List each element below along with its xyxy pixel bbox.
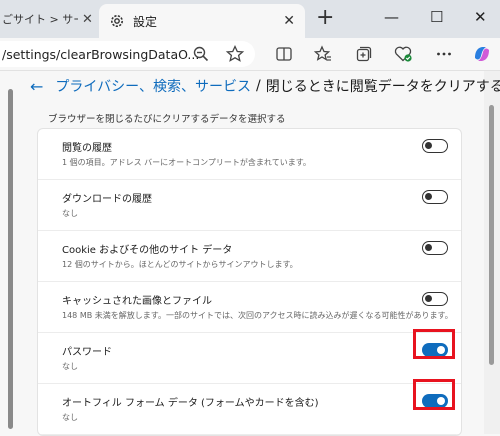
highlight-box-passwords	[413, 329, 455, 359]
copilot-icon[interactable]	[472, 44, 492, 64]
new-tab-button[interactable]: +	[316, 7, 334, 29]
option-row-autofill: オートフィル フォーム データ (フォームやカードを含む) なし	[38, 384, 461, 435]
left-scrollbar[interactable]	[8, 89, 13, 429]
toolbar: /settings/clearBrowsingDataO...	[0, 38, 500, 71]
tab-strip: ごサイト > サービス& ✕ 設定 ✕ + — ☐ ✕	[0, 0, 500, 38]
tab-inactive-close-icon[interactable]: ✕	[82, 12, 93, 27]
option-label: キャッシュされた画像とファイル	[62, 296, 212, 307]
option-label: オートフィル フォーム データ (フォームやカードを含む)	[62, 398, 319, 409]
option-row-passwords: パスワード なし	[38, 333, 461, 384]
option-label: Cookie およびその他のサイト データ	[62, 245, 233, 256]
toggle-cookies[interactable]	[422, 241, 448, 255]
options-card: 閲覧の履歴 1 個の項目。アドレス バーにオートコンプリートが含まれています。 …	[37, 128, 462, 436]
address-bar[interactable]: /settings/clearBrowsingDataO...	[0, 41, 255, 67]
gear-icon	[109, 13, 125, 29]
minimize-button[interactable]: —	[384, 8, 399, 26]
option-description: 1 個の項目。アドレス バーにオートコンプリートが含まれています。	[62, 158, 311, 167]
breadcrumb-separator: /	[256, 78, 261, 94]
option-description: 12 個のサイトから。ほとんどのサイトからサインアウトします。	[62, 260, 298, 269]
option-row-cookies: Cookie およびその他のサイト データ 12 個のサイトから。ほとんどのサイ…	[38, 231, 461, 282]
page-title: 閉じるときに閲覧データをクリアする	[265, 79, 500, 95]
zoom-icon[interactable]	[192, 45, 210, 67]
option-description: なし	[62, 362, 78, 371]
option-label: 閲覧の履歴	[62, 143, 112, 154]
toggle-knob	[425, 142, 432, 149]
toggle-knob	[425, 295, 432, 302]
more-options-icon[interactable]	[434, 44, 454, 64]
option-label: ダウンロードの履歴	[62, 194, 152, 205]
tab-close-icon[interactable]: ✕	[283, 13, 295, 29]
back-arrow-icon[interactable]: ←	[30, 77, 43, 96]
option-description: 148 MB 未満を解放します。一部のサイトでは、次回のアクセス時に読み込みが遅…	[62, 311, 453, 320]
section-subtitle: ブラウザーを閉じるたびにクリアするデータを選択する	[48, 114, 286, 125]
settings-page: ← プライバシー、検索、サービス / 閉じるときに閲覧データをクリアする ブラウ…	[0, 71, 500, 436]
toggle-browsing-history[interactable]	[422, 139, 448, 153]
tab-inactive[interactable]: ごサイト > サービス& ✕	[0, 4, 96, 34]
toggle-knob	[425, 244, 432, 251]
breadcrumb: ← プライバシー、検索、サービス / 閉じるときに閲覧データをクリアする	[30, 73, 500, 99]
highlight-box-autofill	[413, 379, 455, 410]
collections-icon[interactable]	[354, 44, 374, 64]
option-row-download-history: ダウンロードの履歴 なし	[38, 180, 461, 231]
maximize-button[interactable]: ☐	[430, 8, 443, 26]
option-row-browsing-history: 閲覧の履歴 1 個の項目。アドレス バーにオートコンプリートが含まれています。	[38, 129, 461, 180]
toggle-knob	[425, 193, 432, 200]
breadcrumb-link-privacy[interactable]: プライバシー、検索、サービス	[55, 76, 251, 96]
option-row-cached-images: キャッシュされた画像とファイル 148 MB 未満を解放します。一部のサイトでは…	[38, 282, 461, 333]
address-url[interactable]: /settings/clearBrowsingDataO...	[2, 47, 199, 62]
tab-inactive-title: ごサイト > サービス&	[2, 13, 78, 26]
option-description: なし	[62, 413, 78, 422]
toggle-download-history[interactable]	[422, 190, 448, 204]
window-close-button[interactable]: ✕	[474, 8, 487, 26]
favorites-icon[interactable]	[313, 44, 333, 64]
tab-settings[interactable]: 設定 ✕	[99, 4, 305, 38]
option-description: なし	[62, 209, 78, 218]
favorite-star-icon[interactable]	[225, 44, 245, 68]
tab-settings-title: 設定	[133, 14, 158, 29]
browser-essentials-icon[interactable]	[393, 44, 413, 64]
split-screen-icon[interactable]	[274, 44, 294, 64]
right-scrollbar-thumb[interactable]	[489, 105, 494, 365]
option-label: パスワード	[62, 347, 112, 358]
toggle-cached-images[interactable]	[422, 292, 448, 306]
